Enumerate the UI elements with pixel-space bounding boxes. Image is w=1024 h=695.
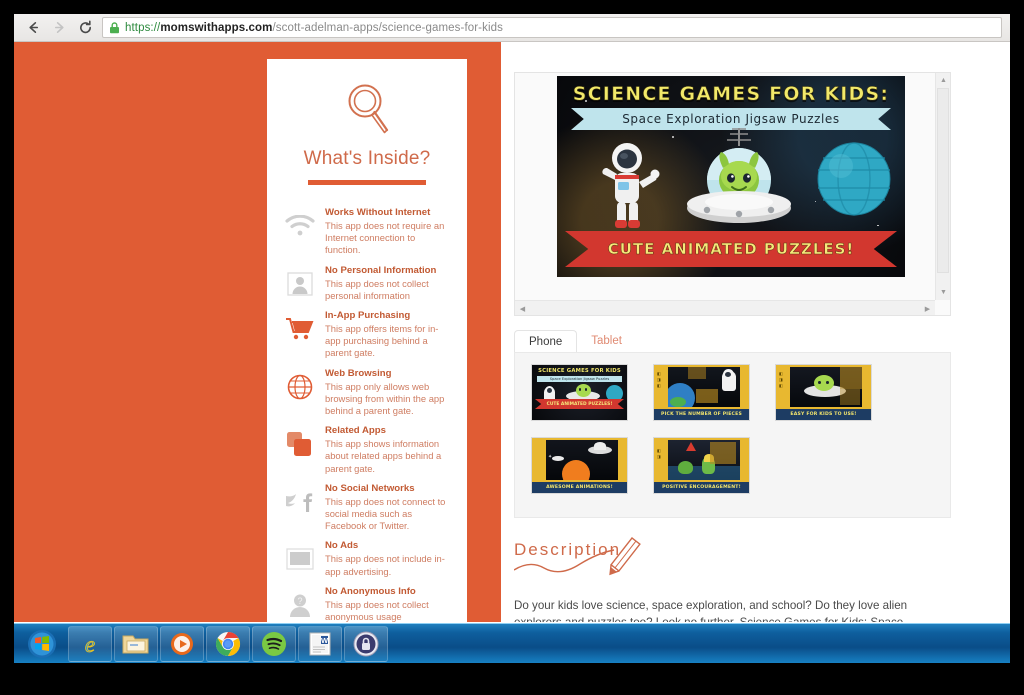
feature-desc: This app shows information about related… [325,438,442,474]
reload-icon[interactable] [72,15,98,41]
feature-item-web-browsing: Web Browsing This app only allows web br… [281,368,453,418]
whats-inside-card: What's Inside? Works Without Internet Th… [262,59,472,622]
screenshot-tabs: Phone Tablet [514,330,951,352]
svg-text:e: e [85,632,95,657]
feature-desc: This app does not collect anonymous usag… [325,598,429,622]
url-text: https://momswithapps.com/scott-adelman-a… [125,21,503,34]
microsoft-word-icon[interactable]: W [298,625,342,662]
scroll-down-arrow-icon[interactable]: ▼ [936,285,951,300]
screenshot-thumb[interactable]: SCIENCE GAMES FOR KIDS Space Exploration… [531,364,628,421]
feature-title: Web Browsing [325,367,392,379]
description-text: Do your kids love science, space explora… [514,599,908,622]
feature-desc: This app does not collect personal infor… [325,277,429,301]
description-header: Description [514,536,951,580]
screenshot-row-1: SCIENCE GAMES FOR KIDS Space Exploration… [515,353,950,421]
feature-title: No Personal Information [325,264,437,276]
screenshot-caption: PICK THE NUMBER OF PIECES [654,409,749,420]
banner-vertical-scrollbar[interactable]: ▲ ▼ [935,73,950,300]
globe-icon [281,370,319,404]
main-content: SCIENCE GAMES FOR KIDS: Space Exploratio… [501,42,1010,622]
person-card-icon [281,267,319,301]
tab-tablet[interactable]: Tablet [577,330,636,352]
tab-phone[interactable]: Phone [514,330,578,352]
scroll-left-arrow-icon[interactable]: ◀ [515,301,530,316]
feature-list: Works Without Internet This app does not… [281,207,453,622]
magnifying-glass-icon [341,84,393,141]
screen: https://momswithapps.com/scott-adelman-a… [0,0,1024,695]
internet-explorer-icon[interactable]: e [68,625,112,662]
banner-title: SCIENCE GAMES FOR KIDS: [572,83,890,106]
astronaut-illustration [602,143,660,228]
feature-title: Related Apps [325,425,386,437]
feature-desc: This app does not require an Internet co… [325,220,445,256]
feature-title: No Social Networks [325,482,415,494]
feature-item-no-anonymous-info: ? No Anonymous Info This app does not co… [281,586,453,622]
screenshot-caption: AWESOME ANIMATIONS! [532,482,627,493]
feature-desc: This app offers items for in-app purchas… [325,323,439,359]
feature-title: In-App Purchasing [325,310,411,322]
banner-vscroll-thumb[interactable] [937,88,949,273]
screenshot-thumb[interactable]: ✦ AWESOME ANIMATIONS! [531,437,628,494]
banner-horizontal-scrollbar[interactable]: ◀ ▶ [515,300,935,315]
feature-item-no-ads: No Ads This app does not include in-app … [281,540,453,577]
feature-desc: This app only allows web browsing from w… [325,380,445,417]
forward-arrow-icon[interactable] [46,15,72,41]
page-viewport: What's Inside? Works Without Internet Th… [14,42,1010,622]
feature-item-no-personal-information: No Personal Information This app does no… [281,265,453,302]
feature-title: Works Without Internet [325,207,431,218]
spotify-icon[interactable] [252,625,296,662]
title-divider [308,180,426,185]
padlock-icon[interactable] [344,625,388,662]
feature-item-in-app-purchasing: In-App Purchasing This app offers items … [281,310,453,360]
screenshot-caption: POSITIVE ENCOURAGEMENT! [654,482,749,493]
twitter-facebook-icon [281,485,319,519]
windows-start-orb-icon[interactable] [16,625,68,663]
planet-illustration [817,142,891,216]
taskbar-empty-area [390,624,1010,663]
feature-item-related-apps: Related Apps This app shows information … [281,425,453,475]
screenshot-thumb[interactable]: ◧ ◨ ◧ EASY FOR KIDS TO USE! [775,364,872,421]
whats-inside-header: What's Inside? [281,71,453,185]
screen-bottom-bezel [14,663,1010,695]
feature-item-no-social-networks: No Social Networks This app does not con… [281,483,453,533]
scroll-right-arrow-icon[interactable]: ▶ [920,301,935,316]
wifi-icon [281,209,319,243]
media-player-icon[interactable] [160,625,204,662]
svg-text:?: ? [297,596,302,606]
page-title: What's Inside? [303,148,431,169]
screenshot-row-2: ✦ AWESOME ANIMATIONS! ◧ ◨ POSITIVE ENCOU… [515,421,950,494]
feature-title: No Ads [325,540,359,552]
ad-banner-icon [281,542,319,576]
google-chrome-icon[interactable] [206,625,250,662]
feature-desc: This app does not include in-app adverti… [325,553,445,577]
shopping-cart-icon [281,312,319,346]
related-apps-squares-icon [281,427,319,461]
scroll-up-arrow-icon[interactable]: ▲ [936,73,951,88]
banner-ribbon-text: CUTE ANIMATED PUZZLES! [607,240,855,259]
file-explorer-icon[interactable] [114,625,158,662]
pencil-icon [514,537,641,576]
browser-toolbar: https://momswithapps.com/scott-adelman-a… [14,14,1010,42]
screenshots-panel: SCIENCE GAMES FOR KIDS Space Exploration… [514,352,951,518]
feature-desc: This app does not connect to social medi… [325,495,446,532]
screenshot-thumb[interactable]: ◧ ◨ POSITIVE ENCOURAGEMENT! [653,437,750,494]
screenshot-caption: EASY FOR KIDS TO USE! [776,409,871,420]
windows-taskbar: e W [14,623,1010,663]
app-banner-image: SCIENCE GAMES FOR KIDS: Space Exploratio… [557,76,905,277]
ssl-lock-icon [109,21,120,34]
back-arrow-icon[interactable] [20,15,46,41]
browser-window: https://momswithapps.com/scott-adelman-a… [14,14,1010,623]
banner-ribbon: CUTE ANIMATED PUZZLES! [565,231,897,267]
feature-title: No Anonymous Info [325,585,416,597]
svg-text:W: W [321,636,329,645]
app-banner-frame: SCIENCE GAMES FOR KIDS: Space Exploratio… [514,72,951,316]
feature-item-works-without-internet: Works Without Internet This app does not… [281,207,453,257]
ufo-alien-illustration [687,128,791,223]
anonymous-person-question-icon: ? [281,588,319,622]
url-bar[interactable]: https://momswithapps.com/scott-adelman-a… [102,17,1002,38]
screenshot-thumb[interactable]: ◧ ◨ ◧ PICK THE NUMBER OF PIECES [653,364,750,421]
